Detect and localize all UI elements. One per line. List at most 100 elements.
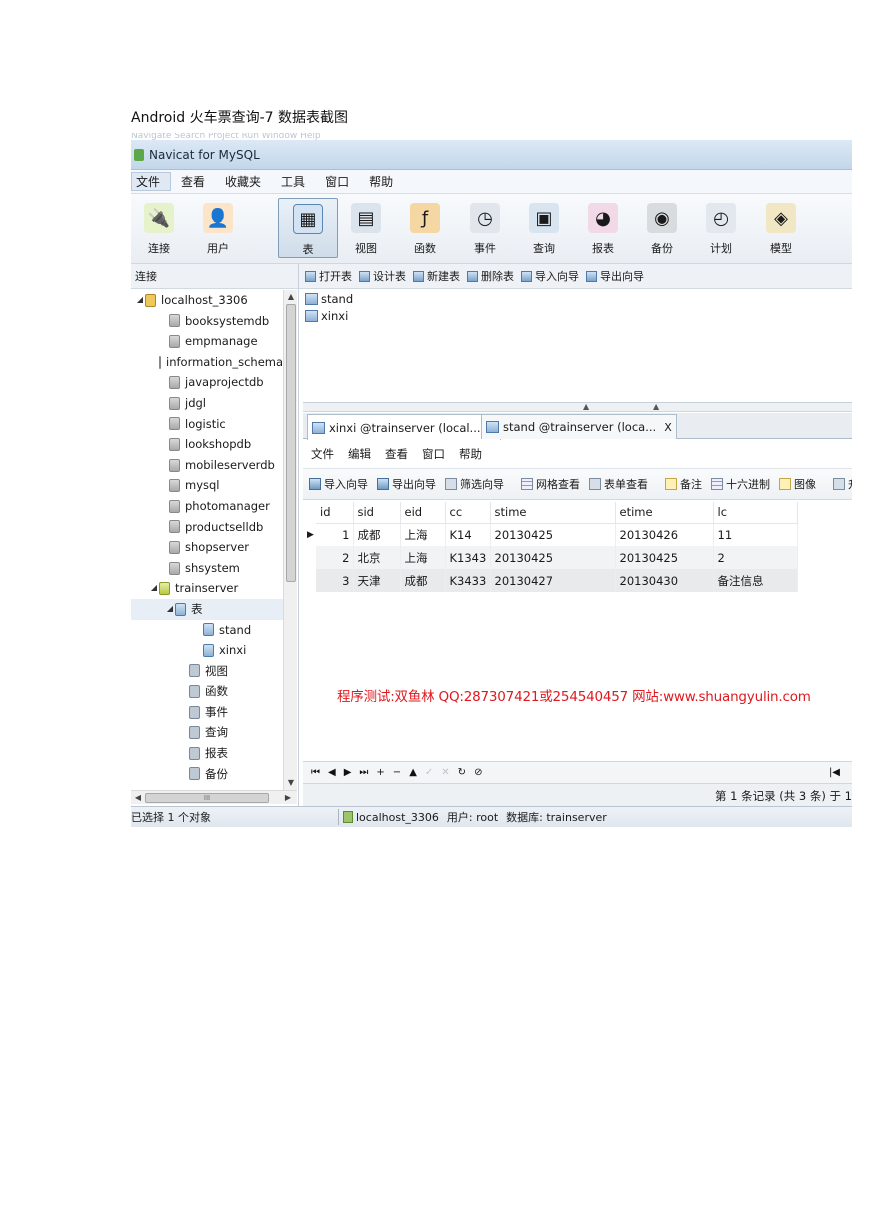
tree-node-查询[interactable]: 查询: [131, 722, 283, 743]
tree-node-jdgl[interactable]: jdgl: [131, 393, 283, 414]
tree-node-productselldb[interactable]: productselldb: [131, 517, 283, 538]
hex-button[interactable]: 十六进制: [711, 476, 770, 492]
table-cell[interactable]: 3: [316, 569, 354, 592]
export-wizard-button[interactable]: 导出向导: [586, 268, 644, 284]
tree-node-事件[interactable]: 事件: [131, 702, 283, 723]
table-cell[interactable]: 2: [316, 546, 354, 569]
table-cell[interactable]: 20130425: [490, 523, 616, 546]
table-cell[interactable]: 2: [713, 546, 798, 569]
menu-file[interactable]: 文件: [131, 172, 172, 191]
scroll-right-icon[interactable]: ▶: [281, 791, 295, 805]
tree-node-stand[interactable]: stand: [131, 620, 283, 641]
table-row[interactable]: 3 天津 成都 K3433 20130427 20130430 备注信息: [307, 569, 798, 592]
move-up-icon[interactable]: ▲: [409, 767, 417, 778]
toolbar-table-button[interactable]: ▦ 表: [278, 198, 338, 258]
object-list-item[interactable]: stand: [303, 290, 852, 307]
tree-node-logistic[interactable]: logistic: [131, 414, 283, 435]
tree-node-shsystem[interactable]: shsystem: [131, 558, 283, 579]
toolbar-report-button[interactable]: ◕ 报表: [575, 198, 631, 258]
sort-ascending-button[interactable]: 升: [833, 476, 852, 492]
inner-menu-edit[interactable]: 编辑: [348, 446, 371, 462]
toolbar-event-button[interactable]: ◷ 事件: [457, 198, 513, 258]
table-cell[interactable]: 上海: [400, 523, 446, 546]
tree-node-视图[interactable]: 视图: [131, 661, 283, 682]
tree-node-booksystemdb[interactable]: booksystemdb: [131, 311, 283, 332]
jump-start-icon[interactable]: |◀: [829, 767, 840, 778]
tab-xinxi[interactable]: xinxi @trainserver (local... X: [307, 414, 502, 440]
inner-menu-file[interactable]: 文件: [311, 446, 334, 462]
toolbar-view-button[interactable]: ▤ 视图: [338, 198, 394, 258]
refresh-icon[interactable]: ↻: [458, 767, 466, 778]
toolbar-schedule-button[interactable]: ◴ 计划: [693, 198, 749, 258]
table-cell[interactable]: 11: [713, 523, 798, 546]
export-wizard-button[interactable]: 导出向导: [377, 476, 436, 492]
filter-wizard-button[interactable]: 筛选向导: [445, 476, 504, 492]
last-record-icon[interactable]: ⏭: [359, 767, 368, 778]
first-record-icon[interactable]: ⏮: [311, 767, 320, 778]
column-header[interactable]: etime: [615, 502, 714, 524]
tree-node-shopserver[interactable]: shopserver: [131, 537, 283, 558]
inner-menu-view[interactable]: 查看: [385, 446, 408, 462]
column-header[interactable]: eid: [400, 502, 446, 524]
open-table-button[interactable]: 打开表: [305, 268, 352, 284]
tree-node-备份[interactable]: 备份: [131, 764, 283, 785]
memo-button[interactable]: 备注: [665, 476, 702, 492]
menu-favorites[interactable]: 收藏夹: [221, 173, 271, 190]
table-cell[interactable]: 天津: [353, 569, 401, 592]
table-cell[interactable]: K3433: [445, 569, 491, 592]
image-button[interactable]: 图像: [779, 476, 816, 492]
object-list-item[interactable]: xinxi: [303, 307, 852, 324]
prev-record-icon[interactable]: ◀: [328, 767, 336, 778]
column-header[interactable]: sid: [353, 502, 401, 524]
tree-node-mobileserverdb[interactable]: mobileserverdb: [131, 455, 283, 476]
menu-window[interactable]: 窗口: [321, 173, 359, 190]
column-header[interactable]: cc: [445, 502, 491, 524]
scroll-left-icon[interactable]: ◀: [131, 791, 145, 805]
table-cell[interactable]: 20130430: [615, 569, 714, 592]
table-cell[interactable]: K14: [445, 523, 491, 546]
add-record-icon[interactable]: +: [376, 767, 384, 778]
new-table-button[interactable]: 新建表: [413, 268, 460, 284]
tree-node-photomanager[interactable]: photomanager: [131, 496, 283, 517]
table-row[interactable]: 2 北京 上海 K1343 20130425 20130425 2: [307, 546, 798, 569]
toolbar-model-button[interactable]: ◈ 模型: [753, 198, 809, 258]
import-wizard-button[interactable]: 导入向导: [521, 268, 579, 284]
toolbar-connect-button[interactable]: 🔌 连接: [131, 198, 187, 258]
expand-caret-icon[interactable]: ◢: [165, 599, 175, 620]
apply-icon[interactable]: ✓: [425, 767, 433, 778]
menu-view[interactable]: 查看: [177, 173, 215, 190]
stop-icon[interactable]: ⊘: [474, 767, 482, 778]
tree-node-xinxi[interactable]: xinxi: [131, 640, 283, 661]
toolbar-user-button[interactable]: 👤 用户: [190, 198, 246, 258]
tree-node-localhost_3306[interactable]: ◢ localhost_3306: [131, 290, 283, 311]
table-cell[interactable]: 上海: [400, 546, 446, 569]
toolbar-query-button[interactable]: ▣ 查询: [516, 198, 572, 258]
grid-view-button[interactable]: 网格查看: [521, 476, 580, 492]
tree-node-报表[interactable]: 报表: [131, 743, 283, 764]
panel-splitter[interactable]: ▲ ▲: [303, 402, 852, 412]
menu-tools[interactable]: 工具: [277, 173, 315, 190]
menu-help[interactable]: 帮助: [365, 173, 403, 190]
tree-node-函数[interactable]: 函数: [131, 681, 283, 702]
tree-node-mysql[interactable]: mysql: [131, 475, 283, 496]
toolbar-function-button[interactable]: ƒ 函数: [397, 198, 453, 258]
tree-node-information_schema[interactable]: information_schema: [131, 352, 283, 373]
column-header[interactable]: stime: [490, 502, 616, 524]
form-view-button[interactable]: 表单查看: [589, 476, 648, 492]
column-header[interactable]: lc: [713, 502, 798, 524]
toolbar-backup-button[interactable]: ◉ 备份: [634, 198, 690, 258]
scroll-down-icon[interactable]: ▼: [284, 776, 298, 790]
expand-caret-icon[interactable]: ◢: [135, 290, 145, 311]
delete-table-button[interactable]: 删除表: [467, 268, 514, 284]
tab-stand[interactable]: stand @trainserver (loca... X: [481, 414, 677, 439]
table-cell[interactable]: 备注信息: [713, 569, 798, 592]
column-header[interactable]: id: [316, 502, 354, 524]
hscroll-thumb[interactable]: III: [145, 793, 269, 803]
delete-record-icon[interactable]: −: [393, 767, 401, 778]
tree-node-lookshopdb[interactable]: lookshopdb: [131, 434, 283, 455]
table-row[interactable]: ▶ 1 成都 上海 K14 20130425 20130426 11: [307, 523, 798, 546]
tree-node-表[interactable]: ◢ 表: [131, 598, 283, 620]
tree-vertical-scrollbar[interactable]: ▲ ▼: [283, 290, 297, 790]
tree-horizontal-scrollbar[interactable]: ◀ III ▶: [131, 790, 297, 804]
table-cell[interactable]: 20130425: [615, 546, 714, 569]
